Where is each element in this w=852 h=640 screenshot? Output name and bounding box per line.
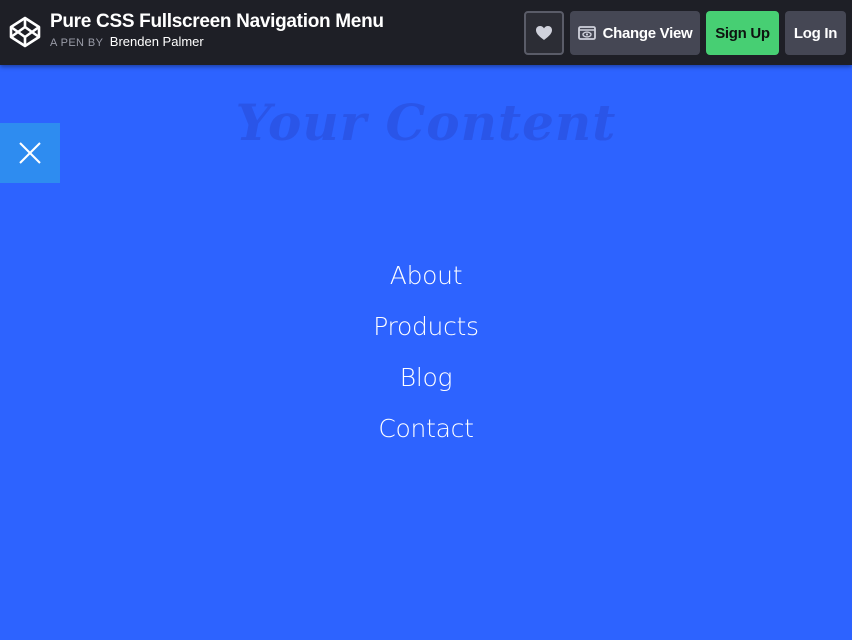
nav-link-products[interactable]: Products [373, 312, 479, 341]
nav-item-about: About [0, 255, 852, 306]
byline: A PEN BY Brenden Palmer [50, 35, 384, 50]
nav-item-contact: Contact [0, 408, 852, 459]
nav-item-products: Products [0, 306, 852, 357]
author-link[interactable]: Brenden Palmer [110, 34, 204, 49]
codepen-logo-icon[interactable] [9, 15, 41, 49]
nav-link-blog[interactable]: Blog [400, 363, 453, 392]
nav-item-blog: Blog [0, 357, 852, 408]
eye-icon [577, 26, 596, 40]
log-in-button[interactable]: Log In [785, 11, 846, 55]
pen-preview: Your Content About Products Blog Contact [0, 65, 852, 640]
pen-info: Pure CSS Fullscreen Navigation Menu A PE… [50, 11, 384, 50]
sign-up-button[interactable]: Sign Up [706, 11, 779, 55]
fullscreen-nav: About Products Blog Contact [0, 255, 852, 459]
heart-icon [536, 26, 552, 40]
background-title: Your Content [235, 93, 617, 152]
heart-button[interactable] [524, 11, 564, 55]
nav-link-contact[interactable]: Contact [378, 414, 473, 443]
nav-link-about[interactable]: About [390, 261, 463, 290]
pen-title: Pure CSS Fullscreen Navigation Menu [50, 11, 384, 32]
close-icon [19, 142, 41, 164]
byline-prefix: A PEN BY [50, 37, 104, 49]
close-menu-button[interactable] [0, 123, 60, 183]
change-view-button[interactable]: Change View [570, 11, 700, 55]
codepen-header: Pure CSS Fullscreen Navigation Menu A PE… [0, 0, 852, 65]
change-view-label: Change View [602, 24, 693, 42]
